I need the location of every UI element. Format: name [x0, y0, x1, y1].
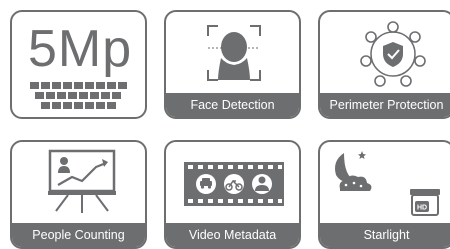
resolution-label: 5Mp: [28, 20, 133, 78]
resolution-graphic: 5Mp: [12, 12, 145, 117]
pixel-grid-icon: [30, 82, 127, 109]
face-detection-label: Face Detection: [166, 93, 299, 117]
people-counting-tile: People Counting: [10, 140, 147, 249]
perimeter-protection-label: Perimeter Protection: [320, 93, 450, 117]
night-camera-icon: HD: [335, 151, 440, 216]
starlight-hd-badge: HD: [417, 205, 427, 212]
people-counting-label: People Counting: [12, 223, 145, 247]
face-detection-icon: [207, 25, 261, 81]
people-counting-chart-icon: [48, 149, 116, 213]
video-metadata-tile: Video Metadata: [164, 140, 301, 249]
video-metadata-label: Video Metadata: [166, 223, 299, 247]
face-detection-tile: Face Detection: [164, 10, 301, 119]
resolution-tile: 5Mp: [10, 10, 147, 119]
starlight-tile: HD Starlight: [318, 140, 450, 249]
film-strip-metadata-icon: [184, 162, 284, 206]
perimeter-shield-icon: [360, 21, 426, 87]
perimeter-protection-tile: Perimeter Protection: [318, 10, 450, 119]
starlight-label: Starlight: [320, 223, 450, 247]
